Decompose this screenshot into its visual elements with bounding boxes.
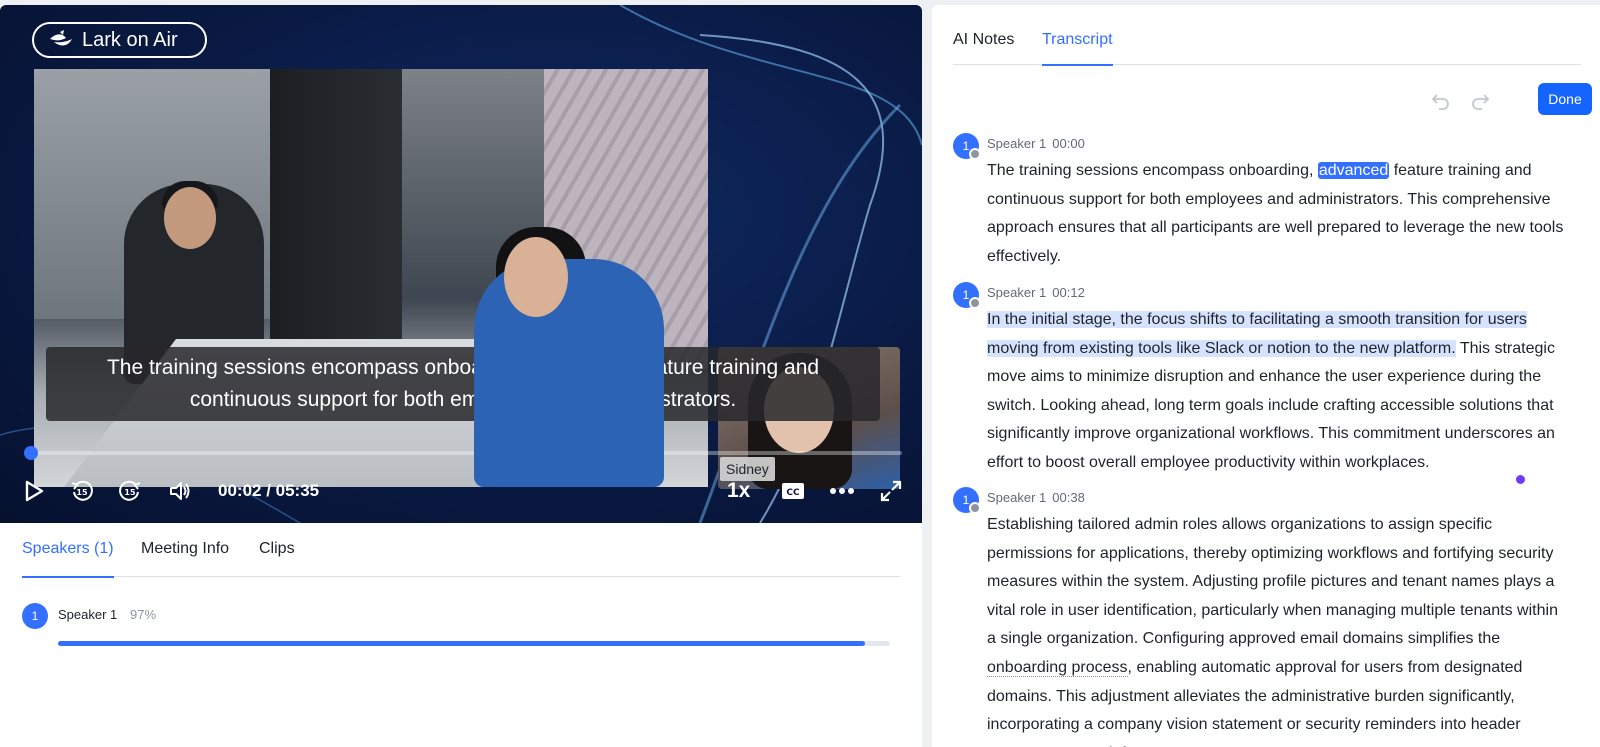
segment-speaker: Speaker 1 — [987, 136, 1047, 151]
segment-meta: Speaker 1 00:00 — [987, 136, 1085, 151]
svg-text:15: 15 — [76, 488, 88, 497]
text-run: This strategic move aims to minimize dis… — [987, 339, 1555, 471]
segment-text[interactable]: Establishing tailored admin roles allows… — [987, 511, 1567, 747]
tab-ai-notes[interactable]: AI Notes — [953, 31, 1014, 65]
notes-panel: AI Notes Transcript Done 1 Speaker 1 00:0… — [932, 5, 1600, 747]
speaker-talk-fill — [58, 641, 866, 646]
fullscreen-icon[interactable] — [877, 473, 905, 509]
speaker-badge-icon — [969, 502, 981, 514]
segment-text[interactable]: The training sessions encompass onboardi… — [987, 157, 1567, 271]
brand-text: Lark on Air — [82, 28, 178, 51]
forward-15-icon[interactable]: 15 — [116, 473, 144, 509]
done-button[interactable]: Done — [1538, 83, 1592, 115]
playback-time: 00:02 / 05:35 — [218, 481, 320, 500]
text-run: The training sessions encompass onboardi… — [987, 162, 1318, 179]
lark-on-air-badge: Lark on Air — [32, 22, 207, 58]
segment-meta: Speaker 1 00:12 — [987, 285, 1085, 300]
speaker-percent: 97% — [130, 607, 157, 622]
right-tabs: AI Notes Transcript — [953, 5, 1581, 66]
keyword-link[interactable]: onboarding process — [987, 658, 1128, 677]
caption-line-1: The training sessions encompass onboardi… — [106, 356, 820, 379]
segment-meta: Speaker 1 00:38 — [987, 490, 1085, 505]
player-controls: 15 15 00:02 / 05:35 1x CC — [0, 473, 922, 513]
tab-meeting-info[interactable]: Meeting Info — [141, 537, 229, 577]
tab-clips[interactable]: Clips — [259, 537, 295, 577]
segment-time[interactable]: 00:12 — [1052, 285, 1085, 300]
video-progress-bar[interactable] — [24, 446, 902, 460]
svg-text:CC: CC — [786, 488, 800, 498]
play-icon[interactable] — [20, 473, 48, 509]
text-run: Establishing tailored admin roles allows… — [987, 516, 1558, 648]
avatar: 1 — [22, 603, 48, 629]
undo-icon[interactable] — [1430, 89, 1452, 111]
segment-speaker: Speaker 1 — [987, 285, 1047, 300]
tab-transcript[interactable]: Transcript — [1042, 31, 1113, 66]
meeting-player-panel: Lark on Air Sidney The training sessions… — [0, 5, 922, 747]
segment-text[interactable]: In the initial stage, the focus shifts t… — [987, 306, 1567, 478]
redo-icon[interactable] — [1469, 89, 1491, 111]
selected-text-highlight: In the initial stage, the focus shifts t… — [987, 311, 1527, 357]
caption-line-2: continuous support for both employees an… — [189, 388, 737, 411]
segment-speaker: Speaker 1 — [987, 490, 1047, 505]
speaker-badge-icon — [969, 148, 981, 160]
current-word-highlight: advanced — [1317, 162, 1390, 179]
volume-icon[interactable] — [166, 473, 194, 509]
video-player[interactable]: Lark on Air Sidney The training sessions… — [0, 5, 922, 523]
speaker-badge-icon — [969, 297, 981, 309]
speaker-talk-bar — [58, 641, 890, 646]
lark-logo-icon — [50, 30, 72, 46]
cursor-dot — [1516, 475, 1525, 484]
playback-speed[interactable]: 1x — [727, 479, 750, 503]
speaker-name: Speaker 1 — [58, 607, 118, 622]
more-icon[interactable] — [827, 473, 857, 509]
video-frame — [34, 69, 708, 487]
tab-speakers[interactable]: Speakers (1) — [22, 537, 114, 578]
svg-text:15: 15 — [124, 488, 136, 497]
segment-time[interactable]: 00:38 — [1052, 490, 1085, 505]
video-caption: The training sessions encompass onboardi… — [46, 347, 880, 421]
speaker-list-item[interactable]: 1 Speaker 1 97% — [22, 603, 900, 646]
left-tabs: Speakers (1) Meeting Info Clips — [22, 537, 900, 578]
rewind-15-icon[interactable]: 15 — [68, 473, 96, 509]
cc-icon[interactable]: CC — [779, 473, 807, 509]
segment-time[interactable]: 00:00 — [1052, 136, 1085, 151]
